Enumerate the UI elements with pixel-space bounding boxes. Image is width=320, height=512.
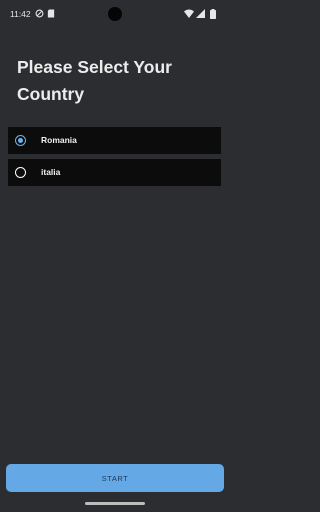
country-option-romania[interactable]: Romania [8,127,221,154]
country-option-italia[interactable]: italia [8,159,221,186]
country-option-label: italia [41,167,61,177]
app-screen: 11:42 Please Select Your Country Romania… [0,0,230,512]
home-indicator[interactable] [85,502,145,505]
radio-checked-icon[interactable] [15,135,26,146]
status-bar: 11:42 [0,0,230,30]
sd-card-icon [47,9,55,18]
battery-icon [210,9,216,19]
status-time: 11:42 [10,9,31,19]
wifi-icon [184,9,194,18]
country-option-label: Romania [41,135,77,145]
status-right-icons [184,9,220,19]
front-camera [108,7,122,21]
navigation-bar [0,495,230,512]
country-radio-group: Romania italia [8,127,221,191]
signal-icon [196,9,205,18]
start-button[interactable]: START [6,464,224,492]
page-title: Please Select Your Country [17,57,172,104]
radio-unchecked-icon[interactable] [15,167,26,178]
do-not-disturb-icon [35,9,44,18]
